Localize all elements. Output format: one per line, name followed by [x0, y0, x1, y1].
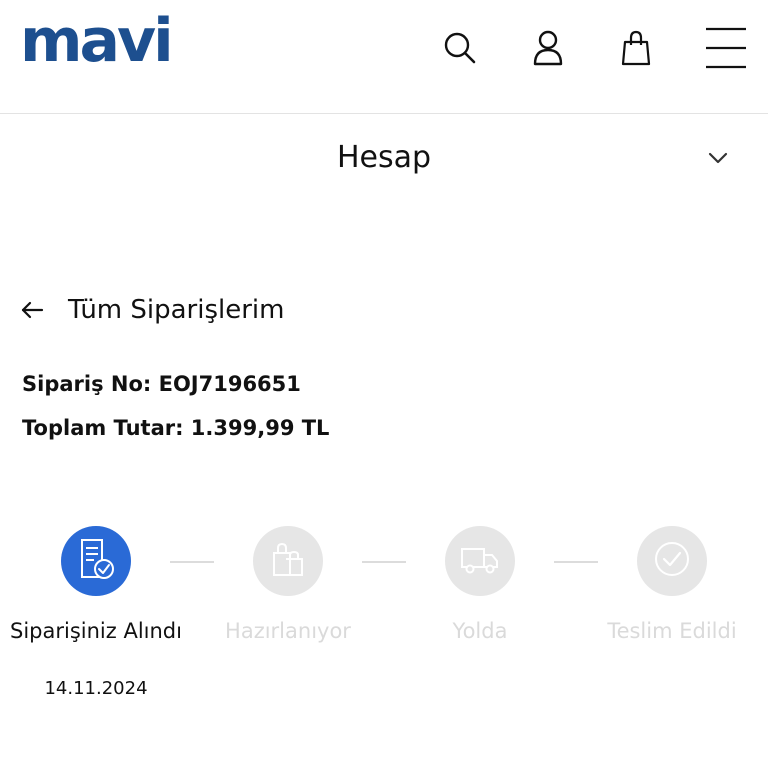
site-header: mavi	[0, 0, 768, 114]
step-connector	[170, 561, 214, 563]
document-check-icon	[76, 537, 116, 585]
step-date-ordered: 14.11.2024	[44, 678, 148, 699]
step-label-ordered: Siparişiniz Alındı	[10, 619, 182, 643]
order-total: Toplam Tutar: 1.399,99 TL	[22, 416, 330, 440]
step-delivered-circle	[637, 526, 707, 596]
mavi-logo[interactable]: mavi	[20, 6, 174, 76]
back-to-orders-link[interactable]: Tüm Siparişlerim	[20, 288, 284, 332]
step-connector	[554, 561, 598, 563]
user-icon[interactable]	[526, 26, 570, 70]
check-circle-icon	[652, 539, 692, 583]
step-label-preparing: Hazırlanıyor	[225, 619, 351, 643]
step-preparing-circle	[253, 526, 323, 596]
order-number: Sipariş No: EOJ7196651	[22, 372, 301, 396]
step-label-delivered: Teslim Edildi	[607, 619, 737, 643]
chevron-down-icon[interactable]	[704, 146, 732, 170]
step-shipping-circle	[445, 526, 515, 596]
step-connector	[362, 561, 406, 563]
step-ordered-circle	[61, 526, 131, 596]
step-label-shipping: Yolda	[452, 619, 508, 643]
shopping-bags-icon	[268, 539, 308, 583]
back-label: Tüm Siparişlerim	[68, 295, 285, 325]
arrow-left-icon	[20, 297, 46, 323]
account-title: Hesap	[336, 140, 432, 175]
search-icon[interactable]	[438, 26, 482, 70]
truck-icon	[459, 541, 501, 581]
shopping-bag-icon[interactable]	[614, 26, 658, 70]
menu-icon[interactable]	[704, 26, 748, 70]
